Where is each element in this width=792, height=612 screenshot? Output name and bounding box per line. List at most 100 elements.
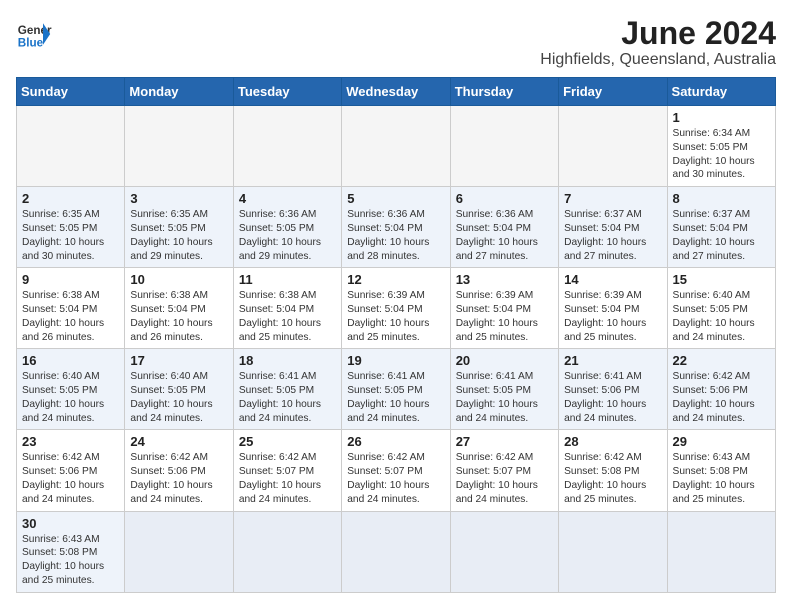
day-number: 10 [130,272,227,287]
week-row-3: 16 Sunrise: 6:40 AM Sunset: 5:05 PM Dayli… [17,349,776,430]
day-info: Sunrise: 6:42 AM Sunset: 5:06 PM Dayligh… [130,451,227,506]
day-number: 19 [347,353,444,368]
title-area: June 2024 Highfields, Queensland, Austra… [540,16,776,69]
day-info: Sunrise: 6:41 AM Sunset: 5:06 PM Dayligh… [564,370,661,425]
day-number: 9 [22,272,119,287]
weekday-header-thursday: Thursday [450,78,558,106]
day-info: Sunrise: 6:39 AM Sunset: 5:04 PM Dayligh… [347,289,444,344]
calendar-cell-15: 15 Sunrise: 6:40 AM Sunset: 5:05 PM Dayli… [667,268,775,349]
weekday-header-saturday: Saturday [667,78,775,106]
calendar-cell-26: 26 Sunrise: 6:42 AM Sunset: 5:07 PM Dayli… [342,430,450,511]
day-info: Sunrise: 6:39 AM Sunset: 5:04 PM Dayligh… [456,289,553,344]
day-info: Sunrise: 6:36 AM Sunset: 5:04 PM Dayligh… [456,208,553,263]
calendar-cell-empty [667,511,775,592]
calendar-cell-3: 3Sunrise: 6:35 AM Sunset: 5:05 PM Daylig… [125,187,233,268]
day-number: 4 [239,191,336,206]
calendar-cell-27: 27 Sunrise: 6:42 AM Sunset: 5:07 PM Dayli… [450,430,558,511]
calendar-cell-4: 4 Sunrise: 6:36 AM Sunset: 5:05 PM Daylig… [233,187,341,268]
day-info: Sunrise: 6:36 AM Sunset: 5:05 PM Dayligh… [239,208,336,263]
calendar-cell-1: 1 Sunrise: 6:34 AM Sunset: 5:05 PM Daylig… [667,106,775,187]
day-info: Sunrise: 6:40 AM Sunset: 5:05 PM Dayligh… [22,370,119,425]
day-number: 8 [673,191,770,206]
day-number: 1 [673,110,770,125]
day-number: 27 [456,434,553,449]
day-number: 5 [347,191,444,206]
day-number: 22 [673,353,770,368]
calendar-cell-30: 30 Sunrise: 6:43 AM Sunset: 5:08 PM Dayli… [17,511,125,592]
day-number: 26 [347,434,444,449]
calendar-cell-20: 20Sunrise: 6:41 AM Sunset: 5:05 PM Dayli… [450,349,558,430]
day-info: Sunrise: 6:39 AM Sunset: 5:04 PM Dayligh… [564,289,661,344]
calendar-cell-empty [342,511,450,592]
day-number: 25 [239,434,336,449]
day-number: 17 [130,353,227,368]
calendar-cell-19: 19 Sunrise: 6:41 AM Sunset: 5:05 PM Dayli… [342,349,450,430]
week-row-2: 9 Sunrise: 6:38 AM Sunset: 5:04 PM Daylig… [17,268,776,349]
week-row-1: 2Sunrise: 6:35 AM Sunset: 5:05 PM Daylig… [17,187,776,268]
month-title: June 2024 [540,16,776,51]
day-number: 30 [22,516,119,531]
calendar-cell-empty [233,106,341,187]
day-info: Sunrise: 6:41 AM Sunset: 5:05 PM Dayligh… [456,370,553,425]
calendar-cell-7: 7Sunrise: 6:37 AM Sunset: 5:04 PM Daylig… [559,187,667,268]
day-info: Sunrise: 6:41 AM Sunset: 5:05 PM Dayligh… [347,370,444,425]
calendar-cell-empty [125,106,233,187]
week-row-4: 23Sunrise: 6:42 AM Sunset: 5:06 PM Dayli… [17,430,776,511]
day-number: 29 [673,434,770,449]
calendar-cell-empty [17,106,125,187]
day-info: Sunrise: 6:40 AM Sunset: 5:05 PM Dayligh… [673,289,770,344]
calendar-cell-6: 6 Sunrise: 6:36 AM Sunset: 5:04 PM Daylig… [450,187,558,268]
calendar-cell-10: 10 Sunrise: 6:38 AM Sunset: 5:04 PM Dayli… [125,268,233,349]
day-number: 13 [456,272,553,287]
location-title: Highfields, Queensland, Australia [540,51,776,69]
calendar-cell-empty [450,106,558,187]
day-info: Sunrise: 6:41 AM Sunset: 5:05 PM Dayligh… [239,370,336,425]
calendar-cell-16: 16 Sunrise: 6:40 AM Sunset: 5:05 PM Dayli… [17,349,125,430]
day-number: 14 [564,272,661,287]
day-info: Sunrise: 6:35 AM Sunset: 5:05 PM Dayligh… [22,208,119,263]
day-info: Sunrise: 6:37 AM Sunset: 5:04 PM Dayligh… [673,208,770,263]
week-row-5: 30 Sunrise: 6:43 AM Sunset: 5:08 PM Dayli… [17,511,776,592]
day-number: 21 [564,353,661,368]
calendar-cell-21: 21 Sunrise: 6:41 AM Sunset: 5:06 PM Dayli… [559,349,667,430]
day-info: Sunrise: 6:36 AM Sunset: 5:04 PM Dayligh… [347,208,444,263]
header: General Blue June 2024 Highfields, Queen… [16,16,776,69]
calendar-cell-11: 11Sunrise: 6:38 AM Sunset: 5:04 PM Dayli… [233,268,341,349]
calendar-cell-14: 14 Sunrise: 6:39 AM Sunset: 5:04 PM Dayli… [559,268,667,349]
calendar-cell-28: 28Sunrise: 6:42 AM Sunset: 5:08 PM Dayli… [559,430,667,511]
calendar-cell-23: 23Sunrise: 6:42 AM Sunset: 5:06 PM Dayli… [17,430,125,511]
day-info: Sunrise: 6:42 AM Sunset: 5:07 PM Dayligh… [456,451,553,506]
day-number: 16 [22,353,119,368]
calendar-cell-empty [125,511,233,592]
day-info: Sunrise: 6:38 AM Sunset: 5:04 PM Dayligh… [130,289,227,344]
logo-icon: General Blue [16,16,52,52]
svg-text:Blue: Blue [18,37,44,50]
calendar-cell-9: 9Sunrise: 6:38 AM Sunset: 5:04 PM Daylig… [17,268,125,349]
weekday-header-sunday: Sunday [17,78,125,106]
day-info: Sunrise: 6:35 AM Sunset: 5:05 PM Dayligh… [130,208,227,263]
calendar-cell-empty [233,511,341,592]
week-row-0: 1 Sunrise: 6:34 AM Sunset: 5:05 PM Daylig… [17,106,776,187]
day-info: Sunrise: 6:42 AM Sunset: 5:07 PM Dayligh… [347,451,444,506]
weekday-header-friday: Friday [559,78,667,106]
day-info: Sunrise: 6:42 AM Sunset: 5:06 PM Dayligh… [22,451,119,506]
day-number: 15 [673,272,770,287]
calendar-cell-empty [559,511,667,592]
day-number: 6 [456,191,553,206]
day-number: 18 [239,353,336,368]
weekday-header-wednesday: Wednesday [342,78,450,106]
calendar-cell-2: 2Sunrise: 6:35 AM Sunset: 5:05 PM Daylig… [17,187,125,268]
day-number: 11 [239,272,336,287]
calendar-cell-8: 8 Sunrise: 6:37 AM Sunset: 5:04 PM Daylig… [667,187,775,268]
weekday-header-row: SundayMondayTuesdayWednesdayThursdayFrid… [17,78,776,106]
logo: General Blue [16,16,52,52]
weekday-header-tuesday: Tuesday [233,78,341,106]
calendar-cell-5: 5 Sunrise: 6:36 AM Sunset: 5:04 PM Daylig… [342,187,450,268]
day-info: Sunrise: 6:34 AM Sunset: 5:05 PM Dayligh… [673,127,770,182]
calendar-cell-24: 24Sunrise: 6:42 AM Sunset: 5:06 PM Dayli… [125,430,233,511]
day-info: Sunrise: 6:43 AM Sunset: 5:08 PM Dayligh… [673,451,770,506]
day-info: Sunrise: 6:43 AM Sunset: 5:08 PM Dayligh… [22,533,119,588]
day-number: 7 [564,191,661,206]
calendar-cell-29: 29 Sunrise: 6:43 AM Sunset: 5:08 PM Dayli… [667,430,775,511]
day-number: 28 [564,434,661,449]
